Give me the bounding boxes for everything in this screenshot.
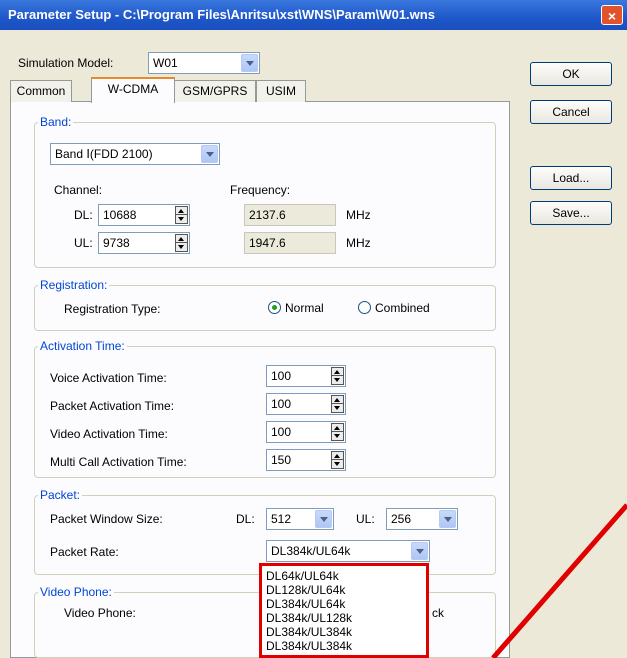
tab-w-cdma-label: W-CDMA [107,82,159,96]
annotation-line [491,503,627,658]
tab-w-cdma[interactable]: W-CDMA [91,77,175,103]
